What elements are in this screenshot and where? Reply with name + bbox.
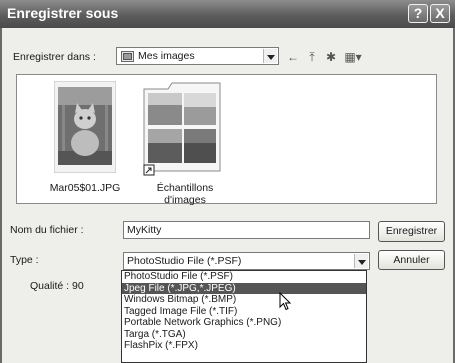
new-folder-icon[interactable]: ✱ <box>322 50 340 66</box>
type-select-value: PhotoStudio File (*.PSF) <box>127 255 242 267</box>
my-pictures-folder-icon <box>121 51 134 62</box>
folder-thumbnail-icon <box>143 82 221 176</box>
type-option[interactable]: Tagged Image File (*.TIF) <box>122 306 366 318</box>
up-folder-icon[interactable]: ⤒ <box>303 50 321 66</box>
window-title: Enregistrer sous <box>7 5 119 21</box>
file-item-folder[interactable]: Échantillons d'images <box>142 81 228 206</box>
cancel-button[interactable]: Annuler <box>378 250 445 270</box>
save-in-value: Mes images <box>138 50 195 62</box>
type-option[interactable]: PhotoStudio File (*.PSF) <box>122 271 366 283</box>
save-button[interactable]: Enregistrer <box>378 221 445 242</box>
type-option-highlighted[interactable]: Jpeg File (*.JPG,*.JPEG) <box>122 282 366 294</box>
help-button[interactable]: ? <box>408 4 428 23</box>
type-label: Type : <box>10 254 39 266</box>
type-select[interactable]: PhotoStudio File (*.PSF) <box>123 252 370 270</box>
close-button[interactable]: X <box>430 4 450 23</box>
save-in-combo[interactable]: Mes images <box>116 47 279 65</box>
type-option[interactable]: Portable Network Graphics (*.PNG) <box>122 317 366 329</box>
photo-thumbnail-icon <box>54 81 116 173</box>
file-item-label: Échantillons d'images <box>156 182 214 206</box>
file-list[interactable]: Mar05$01.JPG Échantillons d'images <box>16 74 437 206</box>
type-option[interactable]: Windows Bitmap (*.BMP) <box>122 294 366 306</box>
file-item-photo[interactable]: Mar05$01.JPG <box>41 81 129 201</box>
save-in-label: Enregistrer dans : <box>13 51 96 63</box>
filename-input[interactable]: MyKitty <box>123 221 370 239</box>
type-option[interactable]: Targa (*.TGA) <box>122 329 366 341</box>
quality-label: Qualité : 90 <box>30 280 84 292</box>
file-item-label: Mar05$01.JPG <box>49 182 121 194</box>
back-icon[interactable]: ← <box>284 50 302 66</box>
chevron-down-icon[interactable] <box>263 49 277 63</box>
view-menu-icon[interactable]: ▦▾ <box>341 50 365 66</box>
type-option[interactable]: FlashPix (*.FPX) <box>122 340 366 352</box>
chevron-down-icon[interactable] <box>354 254 368 268</box>
title-bar[interactable]: Enregistrer sous ? X <box>0 0 455 29</box>
filename-label: Nom du fichier : <box>10 224 84 236</box>
mouse-cursor-icon <box>279 292 292 311</box>
type-dropdown-list[interactable]: PhotoStudio File (*.PSF) Jpeg File (*.JP… <box>121 270 367 363</box>
